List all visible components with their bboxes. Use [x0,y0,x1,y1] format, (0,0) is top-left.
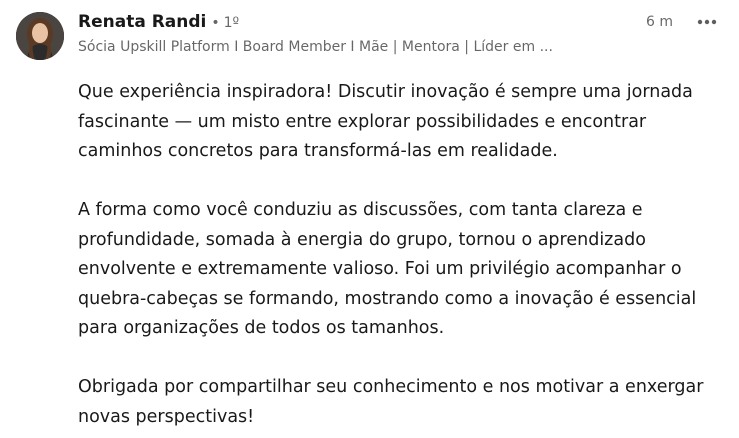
comment-timestamp: 6 m [646,14,673,30]
more-horizontal-icon [697,19,717,25]
profile-photo [16,12,64,60]
author-headline: Sócia Upskill Platform I Board Member I … [78,39,553,55]
comment-paragraph: Que experiência inspiradora! Discutir in… [78,82,693,161]
comment-body: Que experiência inspiradora! Discutir in… [78,78,733,432]
comment-paragraph: A forma como você conduziu as discussões… [78,200,697,338]
connection-degree: 1º [223,15,240,31]
separator-dot: • [211,15,220,31]
avatar[interactable] [16,12,64,60]
comment-header: Renata Randi • 1º [78,12,239,36]
comment-paragraph: Obrigada por compartilhar seu conhecimen… [78,377,704,427]
author-name[interactable]: Renata Randi [78,12,206,32]
more-options-button[interactable] [690,10,724,34]
comment-card: Renata Randi • 1º Sócia Upskill Platform… [0,0,739,438]
